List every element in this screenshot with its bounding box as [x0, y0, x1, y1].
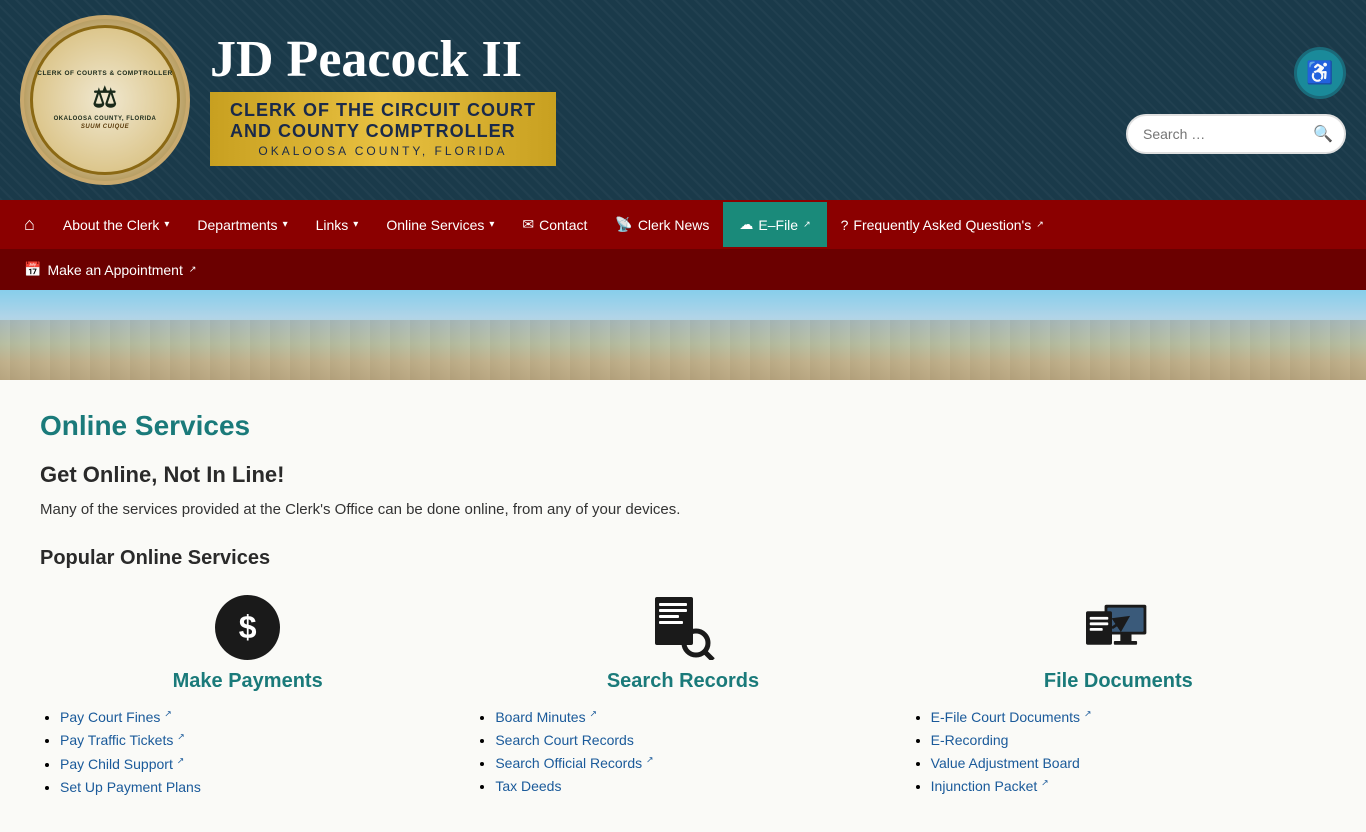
nav-links[interactable]: Links: [302, 203, 373, 247]
search-records-svg: [650, 595, 715, 660]
list-item: Search Official Records ↗: [495, 755, 890, 774]
search-records-links: Board Minutes ↗ Search Court Records Sea…: [475, 708, 890, 801]
secondary-nav: 📅 Make an Appointment ↗: [0, 249, 1366, 290]
search-box: 🔍: [1126, 114, 1346, 154]
home-icon: ⌂: [24, 214, 35, 235]
nav-departments[interactable]: Departments: [183, 203, 301, 247]
value-adjustment-link[interactable]: Value Adjustment Board: [931, 755, 1080, 771]
nav-contact[interactable]: ✉ Contact: [508, 202, 601, 247]
search-court-records-link[interactable]: Search Court Records: [495, 732, 634, 748]
efile-ext-icon: ↗: [803, 219, 811, 230]
header-subtitle-line2: and County Comptroller: [230, 121, 536, 142]
efile-court-docs-link[interactable]: E-File Court Documents ↗: [931, 709, 1092, 725]
site-header: Clerk of Courts & Comptroller ⚖ Okaloosa…: [0, 0, 1366, 200]
nav-clerk-news[interactable]: 📡 Clerk News: [601, 202, 723, 247]
service-file-documents: File Documents E-File Court Documents ↗ …: [911, 595, 1326, 802]
header-title: JD Peacock II Clerk of the Circuit Court…: [210, 34, 556, 166]
dollar-icon: $: [215, 595, 280, 660]
list-item: Value Adjustment Board: [931, 755, 1326, 773]
search-official-records-link[interactable]: Search Official Records ↗: [495, 755, 653, 771]
list-item: Board Minutes ↗: [495, 708, 890, 727]
list-item: Injunction Packet ↗: [931, 778, 1326, 797]
intro-paragraph: Many of the services provided at the Cle…: [40, 498, 1326, 522]
file-documents-icon: [1086, 595, 1151, 660]
hero-banner: [0, 290, 1366, 380]
list-item: Pay Traffic Tickets ↗: [60, 732, 455, 751]
file-documents-title[interactable]: File Documents: [1044, 670, 1193, 693]
service-make-payments: $ Make Payments Pay Court Fines ↗ Pay Tr…: [40, 595, 455, 802]
board-minutes-link[interactable]: Board Minutes ↗: [495, 709, 597, 725]
logo-area: Clerk of Courts & Comptroller ⚖ Okaloosa…: [20, 15, 1126, 185]
service-search-records: Search Records Board Minutes ↗ Search Co…: [475, 595, 890, 802]
payment-plans-link[interactable]: Set Up Payment Plans: [60, 779, 201, 795]
list-item: Pay Court Fines ↗: [60, 708, 455, 727]
injunction-packet-link[interactable]: Injunction Packet ↗: [931, 778, 1049, 794]
nav-make-appointment[interactable]: 📅 Make an Appointment ↗: [10, 249, 210, 290]
primary-nav: ⌂ About the Clerk Departments Links Onli…: [0, 200, 1366, 249]
nav-faq[interactable]: ? Frequently Asked Question's ↗: [827, 203, 1058, 247]
search-records-icon: [650, 595, 715, 660]
nav-online-services[interactable]: Online Services: [372, 203, 508, 247]
services-grid: $ Make Payments Pay Court Fines ↗ Pay Tr…: [40, 595, 1326, 802]
list-item: E-File Court Documents ↗: [931, 708, 1326, 727]
list-item: Set Up Payment Plans: [60, 779, 455, 797]
page-heading: Get Online, Not In Line!: [40, 462, 1326, 488]
site-name: JD Peacock II: [210, 34, 556, 86]
faq-ext-icon: ↗: [1036, 219, 1044, 230]
search-records-title[interactable]: Search Records: [607, 670, 759, 693]
pay-traffic-tickets-link[interactable]: Pay Traffic Tickets ↗: [60, 732, 185, 748]
list-item: Tax Deeds: [495, 778, 890, 796]
header-right: ♿ 🔍: [1126, 47, 1346, 154]
make-payments-links: Pay Court Fines ↗ Pay Traffic Tickets ↗ …: [40, 708, 455, 802]
search-button[interactable]: 🔍: [1313, 124, 1333, 144]
popular-services-heading: Popular Online Services: [40, 547, 1326, 570]
pay-child-support-link[interactable]: Pay Child Support ↗: [60, 756, 184, 772]
header-subtitle-line1: Clerk of the Circuit Court: [230, 100, 536, 121]
accessibility-icon: ♿: [1306, 60, 1333, 86]
county-seal: Clerk of Courts & Comptroller ⚖ Okaloosa…: [20, 15, 190, 185]
header-location: Okaloosa County, Florida: [230, 144, 536, 158]
search-input[interactable]: [1143, 126, 1313, 142]
nav-efile[interactable]: ☁ E–File ↗: [723, 202, 826, 247]
accessibility-button[interactable]: ♿: [1294, 47, 1346, 99]
list-item: Pay Child Support ↗: [60, 755, 455, 774]
page-title: Online Services: [40, 410, 1326, 442]
nav-about-clerk[interactable]: About the Clerk: [49, 203, 184, 247]
erecording-link[interactable]: E-Recording: [931, 732, 1009, 748]
list-item: E-Recording: [931, 732, 1326, 750]
file-documents-svg: [1086, 598, 1151, 658]
main-content: Online Services Get Online, Not In Line!…: [0, 380, 1366, 832]
appt-ext-icon: ↗: [189, 264, 197, 275]
list-item: Search Court Records: [495, 732, 890, 750]
pay-court-fines-link[interactable]: Pay Court Fines ↗: [60, 709, 172, 725]
nav-home[interactable]: ⌂: [10, 200, 49, 249]
tax-deeds-link[interactable]: Tax Deeds: [495, 778, 561, 794]
make-payments-title[interactable]: Make Payments: [173, 670, 323, 693]
file-documents-links: E-File Court Documents ↗ E-Recording Val…: [911, 708, 1326, 801]
header-subtitle-block: Clerk of the Circuit Court and County Co…: [210, 92, 556, 166]
